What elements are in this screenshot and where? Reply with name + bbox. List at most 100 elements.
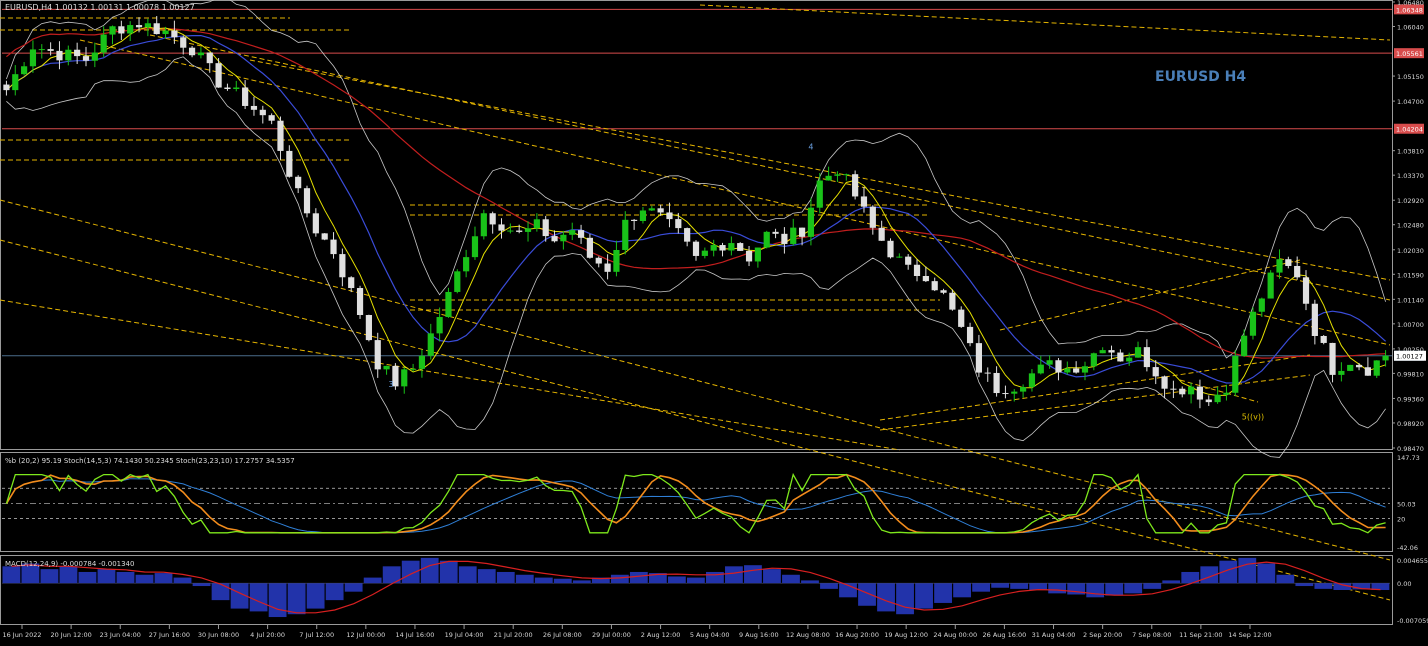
candle-body xyxy=(560,234,567,242)
time-label-16: 12 Aug 08:00 xyxy=(786,631,830,639)
candle-67 xyxy=(595,256,602,268)
level-tag-text: 1.06348 xyxy=(1396,6,1423,14)
candle-55 xyxy=(489,211,496,234)
price-tick-label-13: 0.99810 xyxy=(1397,370,1424,378)
chart-svg[interactable]: 1.06348 1.05561 1.04204 1.00127 3 4 5((v)) 1.… xyxy=(0,0,1428,642)
macd-bar-9 xyxy=(173,577,192,584)
candle-body xyxy=(365,315,372,341)
candle-131 xyxy=(1161,375,1168,399)
candle-body xyxy=(1099,350,1106,354)
macd-bar-30 xyxy=(572,580,591,584)
trading-chart[interactable]: 1.06348 1.05561 1.04204 1.00127 3 4 5((v)) 1.… xyxy=(0,0,1428,642)
macd-tick-label-2: -0.007059 xyxy=(1397,617,1428,625)
candle-body xyxy=(1126,357,1133,362)
candle-body xyxy=(489,213,496,225)
candle-25 xyxy=(224,83,231,91)
time-label-19: 24 Aug 00:00 xyxy=(933,631,977,639)
candle-body xyxy=(250,105,258,110)
candle-body xyxy=(348,277,355,289)
candle-body xyxy=(180,37,187,48)
candle-body xyxy=(781,233,788,244)
candle-body xyxy=(277,120,284,151)
candle-body xyxy=(259,109,266,116)
price-tick-label-8: 1.02030 xyxy=(1397,247,1424,255)
candle-body xyxy=(834,174,841,176)
candle-body xyxy=(268,115,275,121)
candle-body xyxy=(303,188,311,214)
candle-body xyxy=(1108,350,1115,353)
candle-123 xyxy=(1090,352,1097,371)
macd-bar-5 xyxy=(97,569,116,584)
macd-bar-54 xyxy=(1029,583,1048,590)
candle-body xyxy=(843,174,850,176)
candle-body xyxy=(993,372,1000,394)
price-tick-label-16: 0.98470 xyxy=(1397,445,1424,453)
stochastic-panel: 147.73 50.03 20 -42.06 xyxy=(2,454,1420,552)
price-tick-label-11: 1.00700 xyxy=(1397,321,1424,329)
candle-106 xyxy=(940,288,947,295)
candle-body xyxy=(312,213,319,234)
candle-156 xyxy=(1382,350,1389,367)
candle-body xyxy=(533,219,540,229)
candle-body xyxy=(569,230,576,235)
candle-body xyxy=(586,237,594,258)
time-label-23: 7 Sep 08:00 xyxy=(1132,631,1171,639)
candle-122 xyxy=(1081,361,1089,381)
candle-17 xyxy=(153,16,160,35)
symbol-info: EURUSD,H4 1.00132 1.00131 1.00078 1.0012… xyxy=(5,3,195,12)
candle-body xyxy=(206,52,213,64)
candle-body xyxy=(47,49,54,51)
macd-bar-10 xyxy=(192,583,211,587)
candle-body xyxy=(684,228,691,242)
time-label-25: 14 Sep 12:00 xyxy=(1228,631,1271,639)
candle-body xyxy=(135,25,143,28)
candle-body xyxy=(321,233,328,240)
macd-bar-7 xyxy=(135,574,154,584)
candle-133 xyxy=(1179,386,1186,398)
candle-140 xyxy=(1241,329,1248,357)
candle-body xyxy=(356,288,364,316)
time-label-11: 26 Jul 08:00 xyxy=(543,631,582,639)
candle-body xyxy=(127,25,134,34)
candle-40 xyxy=(356,285,364,319)
candle-body xyxy=(666,212,673,220)
candle-4 xyxy=(38,44,45,59)
candle-119 xyxy=(1055,357,1062,381)
candle-78 xyxy=(692,240,700,261)
candle-88 xyxy=(781,227,788,254)
candle-body xyxy=(940,290,947,293)
candle-141 xyxy=(1249,307,1257,340)
candle-95 xyxy=(843,173,850,181)
macd-bar-53 xyxy=(1010,583,1029,589)
candle-body xyxy=(1285,259,1292,266)
candle-36 xyxy=(321,233,328,241)
candle-body xyxy=(162,30,169,35)
candle-125 xyxy=(1108,345,1115,360)
macd-bar-69 xyxy=(1314,583,1333,589)
candle-body xyxy=(436,317,443,334)
macd-bar-0 xyxy=(2,566,21,584)
candle-body xyxy=(1020,386,1027,392)
candle-body xyxy=(418,355,426,369)
ma-mid-line xyxy=(6,35,1387,384)
candle-body xyxy=(1196,386,1204,400)
candle-3 xyxy=(29,40,37,73)
candle-body xyxy=(74,49,81,57)
candle-body xyxy=(648,208,655,211)
macd-bar-49 xyxy=(934,583,952,603)
candle-body xyxy=(12,74,19,91)
candle-73 xyxy=(648,205,655,211)
candle-body xyxy=(295,176,302,189)
candle-body xyxy=(692,241,700,256)
candle-64 xyxy=(569,222,576,241)
candle-83 xyxy=(737,242,744,251)
candle-138 xyxy=(1223,384,1230,401)
candle-113 xyxy=(1002,385,1009,399)
candle-body xyxy=(1143,347,1150,368)
candle-body xyxy=(577,230,585,238)
candle-body xyxy=(1205,399,1212,403)
candle-body xyxy=(816,180,823,208)
candle-body xyxy=(410,368,417,370)
time-label-6: 7 Jul 12:00 xyxy=(299,631,334,639)
candle-139 xyxy=(1232,350,1239,397)
